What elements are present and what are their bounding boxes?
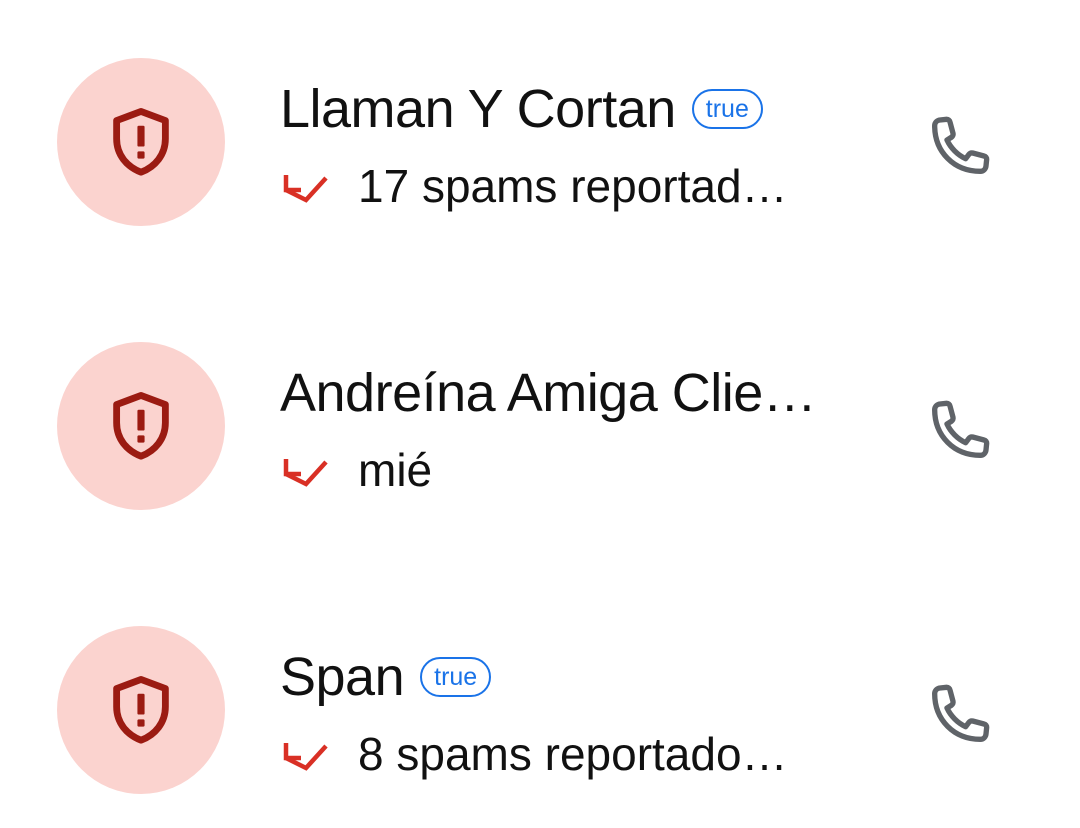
call-button[interactable] <box>910 384 1006 480</box>
call-button[interactable] <box>910 100 1006 196</box>
call-detail: mié <box>358 444 433 496</box>
phone-icon <box>932 684 990 742</box>
shield-alert-icon <box>113 108 169 176</box>
call-log-item[interactable]: Llaman Y Cortan true 17 spams reportad… <box>0 42 1080 242</box>
spam-avatar <box>57 58 225 226</box>
call-detail: 8 spams reportado… <box>358 728 788 780</box>
phone-icon <box>932 400 990 458</box>
call-detail-line: 8 spams reportado… <box>280 724 788 784</box>
call-detail: 17 spams reportad… <box>358 160 788 212</box>
contact-badge: true <box>691 89 763 129</box>
call-detail-line: mié <box>280 440 432 500</box>
contact-name-line: Andreína Amiga Clie… <box>280 358 817 428</box>
shield-alert-icon <box>113 676 169 744</box>
spam-avatar <box>57 626 225 794</box>
missed-call-icon <box>283 743 328 771</box>
call-button[interactable] <box>910 668 1006 764</box>
phone-icon <box>932 116 990 174</box>
spam-avatar <box>57 342 225 510</box>
call-detail-line: 17 spams reportad… <box>280 156 788 216</box>
contact-name: Span <box>280 647 405 707</box>
call-log-list: Llaman Y Cortan true 17 spams reportad… <box>0 0 1080 828</box>
contact-badge: true <box>420 657 492 697</box>
call-log-item[interactable]: Andreína Amiga Clie… mié <box>0 326 1080 526</box>
missed-call-icon <box>283 175 328 203</box>
contact-name: Andreína Amiga Clie… <box>280 363 817 423</box>
contact-name-line: Llaman Y Cortan true <box>280 74 763 144</box>
contact-name: Llaman Y Cortan <box>280 79 676 139</box>
contact-name-line: Span true <box>280 642 492 712</box>
shield-alert-icon <box>113 392 169 460</box>
missed-call-icon <box>283 459 328 487</box>
call-log-item[interactable]: Span true 8 spams reportado… <box>0 610 1080 810</box>
